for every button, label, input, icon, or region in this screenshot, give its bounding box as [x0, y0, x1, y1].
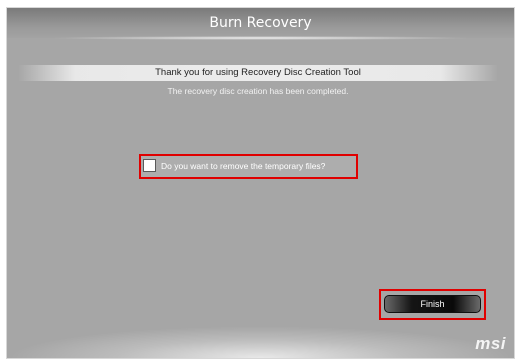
remove-temp-files-checkbox[interactable]	[143, 159, 156, 172]
title-bar: Burn Recovery	[7, 8, 514, 40]
msi-logo: msi	[475, 334, 506, 353]
title-glow	[47, 36, 474, 40]
remove-temp-files-label[interactable]: Do you want to remove the temporary file…	[161, 161, 325, 171]
finish-button[interactable]: Finish	[384, 295, 481, 313]
bottom-glow	[7, 326, 514, 358]
heading-text: Thank you for using Recovery Disc Creati…	[155, 67, 361, 78]
subheading-text: The recovery disc creation has been comp…	[167, 86, 349, 96]
window-title: Burn Recovery	[209, 15, 312, 31]
